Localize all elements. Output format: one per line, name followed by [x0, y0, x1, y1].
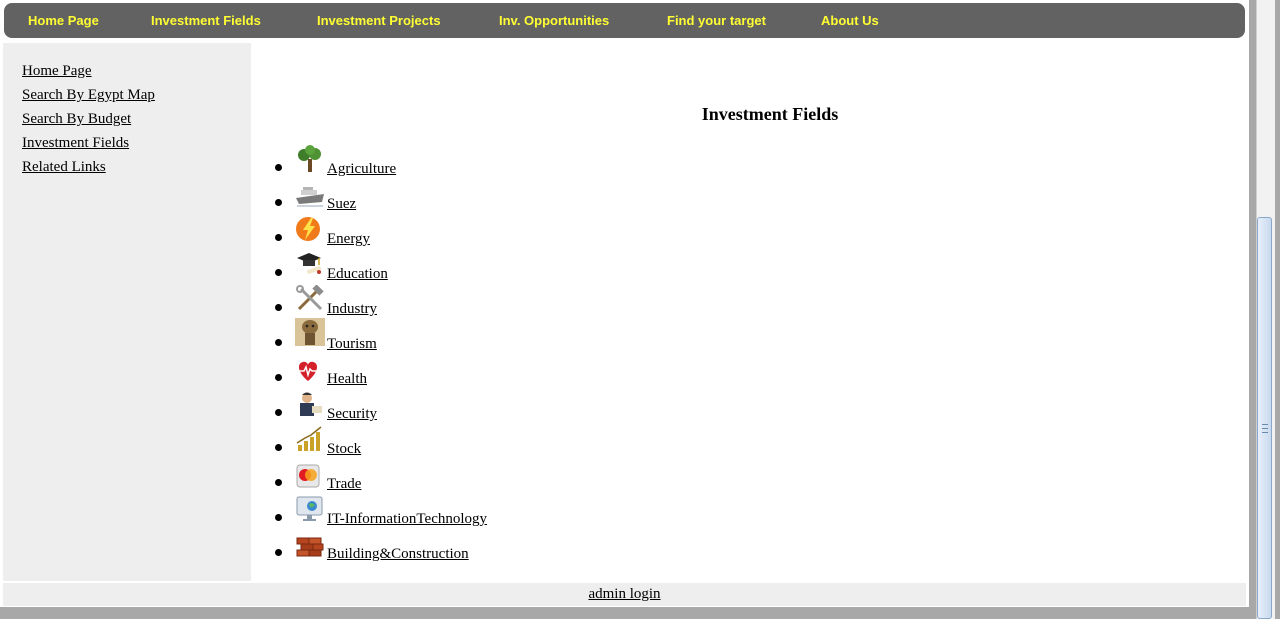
ship-icon[interactable] [295, 182, 325, 210]
sidebar-link-search-by-egypt-map[interactable]: Search By Egypt Map [22, 87, 155, 104]
rising-chart-icon[interactable] [295, 425, 325, 453]
bullet [275, 479, 282, 486]
bullet [275, 269, 282, 276]
page-title: Investment Fields [701, 104, 839, 124]
bullet [275, 164, 282, 171]
bullet [275, 304, 282, 311]
sidebar: Home Page Search By Egypt Map Search By … [3, 43, 251, 581]
sidebar-link-home-page[interactable]: Home Page [22, 63, 92, 80]
sidebar-link-search-by-budget[interactable]: Search By Budget [22, 111, 131, 128]
sidebar-link-investment-fields[interactable]: Investment Fields [22, 135, 129, 152]
bullet [275, 339, 282, 346]
footer: admin login [3, 583, 1246, 606]
field-link-health[interactable]: Health [327, 371, 367, 388]
field-link-stock[interactable]: Stock [327, 441, 361, 458]
bullet [275, 199, 282, 206]
nav-about-us[interactable]: About Us [821, 3, 879, 38]
tools-icon[interactable] [295, 285, 325, 313]
bullet [275, 374, 282, 381]
field-link-building-construction[interactable]: Building&Construction [327, 546, 469, 563]
bullet [275, 409, 282, 416]
nav-investment-fields[interactable]: Investment Fields [151, 3, 261, 38]
graduation-cap-icon[interactable] [295, 250, 325, 278]
field-link-agriculture[interactable]: Agriculture [327, 161, 396, 178]
nav-investment-projects[interactable]: Investment Projects [317, 3, 441, 38]
field-link-tourism[interactable]: Tourism [327, 336, 377, 353]
officer-icon[interactable] [295, 390, 325, 418]
scrollbar-grip-icon [1262, 424, 1268, 433]
nav-home-page[interactable]: Home Page [28, 3, 99, 38]
lightning-icon[interactable] [295, 215, 325, 243]
top-navigation-bar: Home Page Investment Fields Investment P… [4, 3, 1245, 38]
page: Home Page Investment Fields Investment P… [0, 0, 1249, 607]
nav-inv-opportunities[interactable]: Inv. Opportunities [499, 3, 609, 38]
field-link-trade[interactable]: Trade [327, 476, 361, 493]
scrollbar-thumb[interactable] [1257, 217, 1272, 619]
bullet [275, 514, 282, 521]
field-link-industry[interactable]: Industry [327, 301, 377, 318]
sidebar-link-related-links[interactable]: Related Links [22, 159, 106, 176]
nav-find-your-target[interactable]: Find your target [667, 3, 766, 38]
field-link-energy[interactable]: Energy [327, 231, 370, 248]
bullet [275, 549, 282, 556]
credit-card-icon[interactable] [295, 462, 325, 490]
tree-icon[interactable] [295, 145, 325, 173]
heart-pulse-icon[interactable] [295, 357, 325, 385]
field-link-education[interactable]: Education [327, 266, 388, 283]
bullet [275, 234, 282, 241]
computer-monitor-icon[interactable] [295, 495, 325, 523]
bricks-icon[interactable] [295, 532, 325, 560]
field-link-suez[interactable]: Suez [327, 196, 356, 213]
field-link-it-information-technology[interactable]: IT-InformationTechnology [327, 511, 487, 528]
field-link-security[interactable]: Security [327, 406, 377, 423]
admin-login-link[interactable]: admin login [588, 586, 660, 602]
bullet [275, 444, 282, 451]
pharaoh-icon[interactable] [295, 318, 325, 346]
